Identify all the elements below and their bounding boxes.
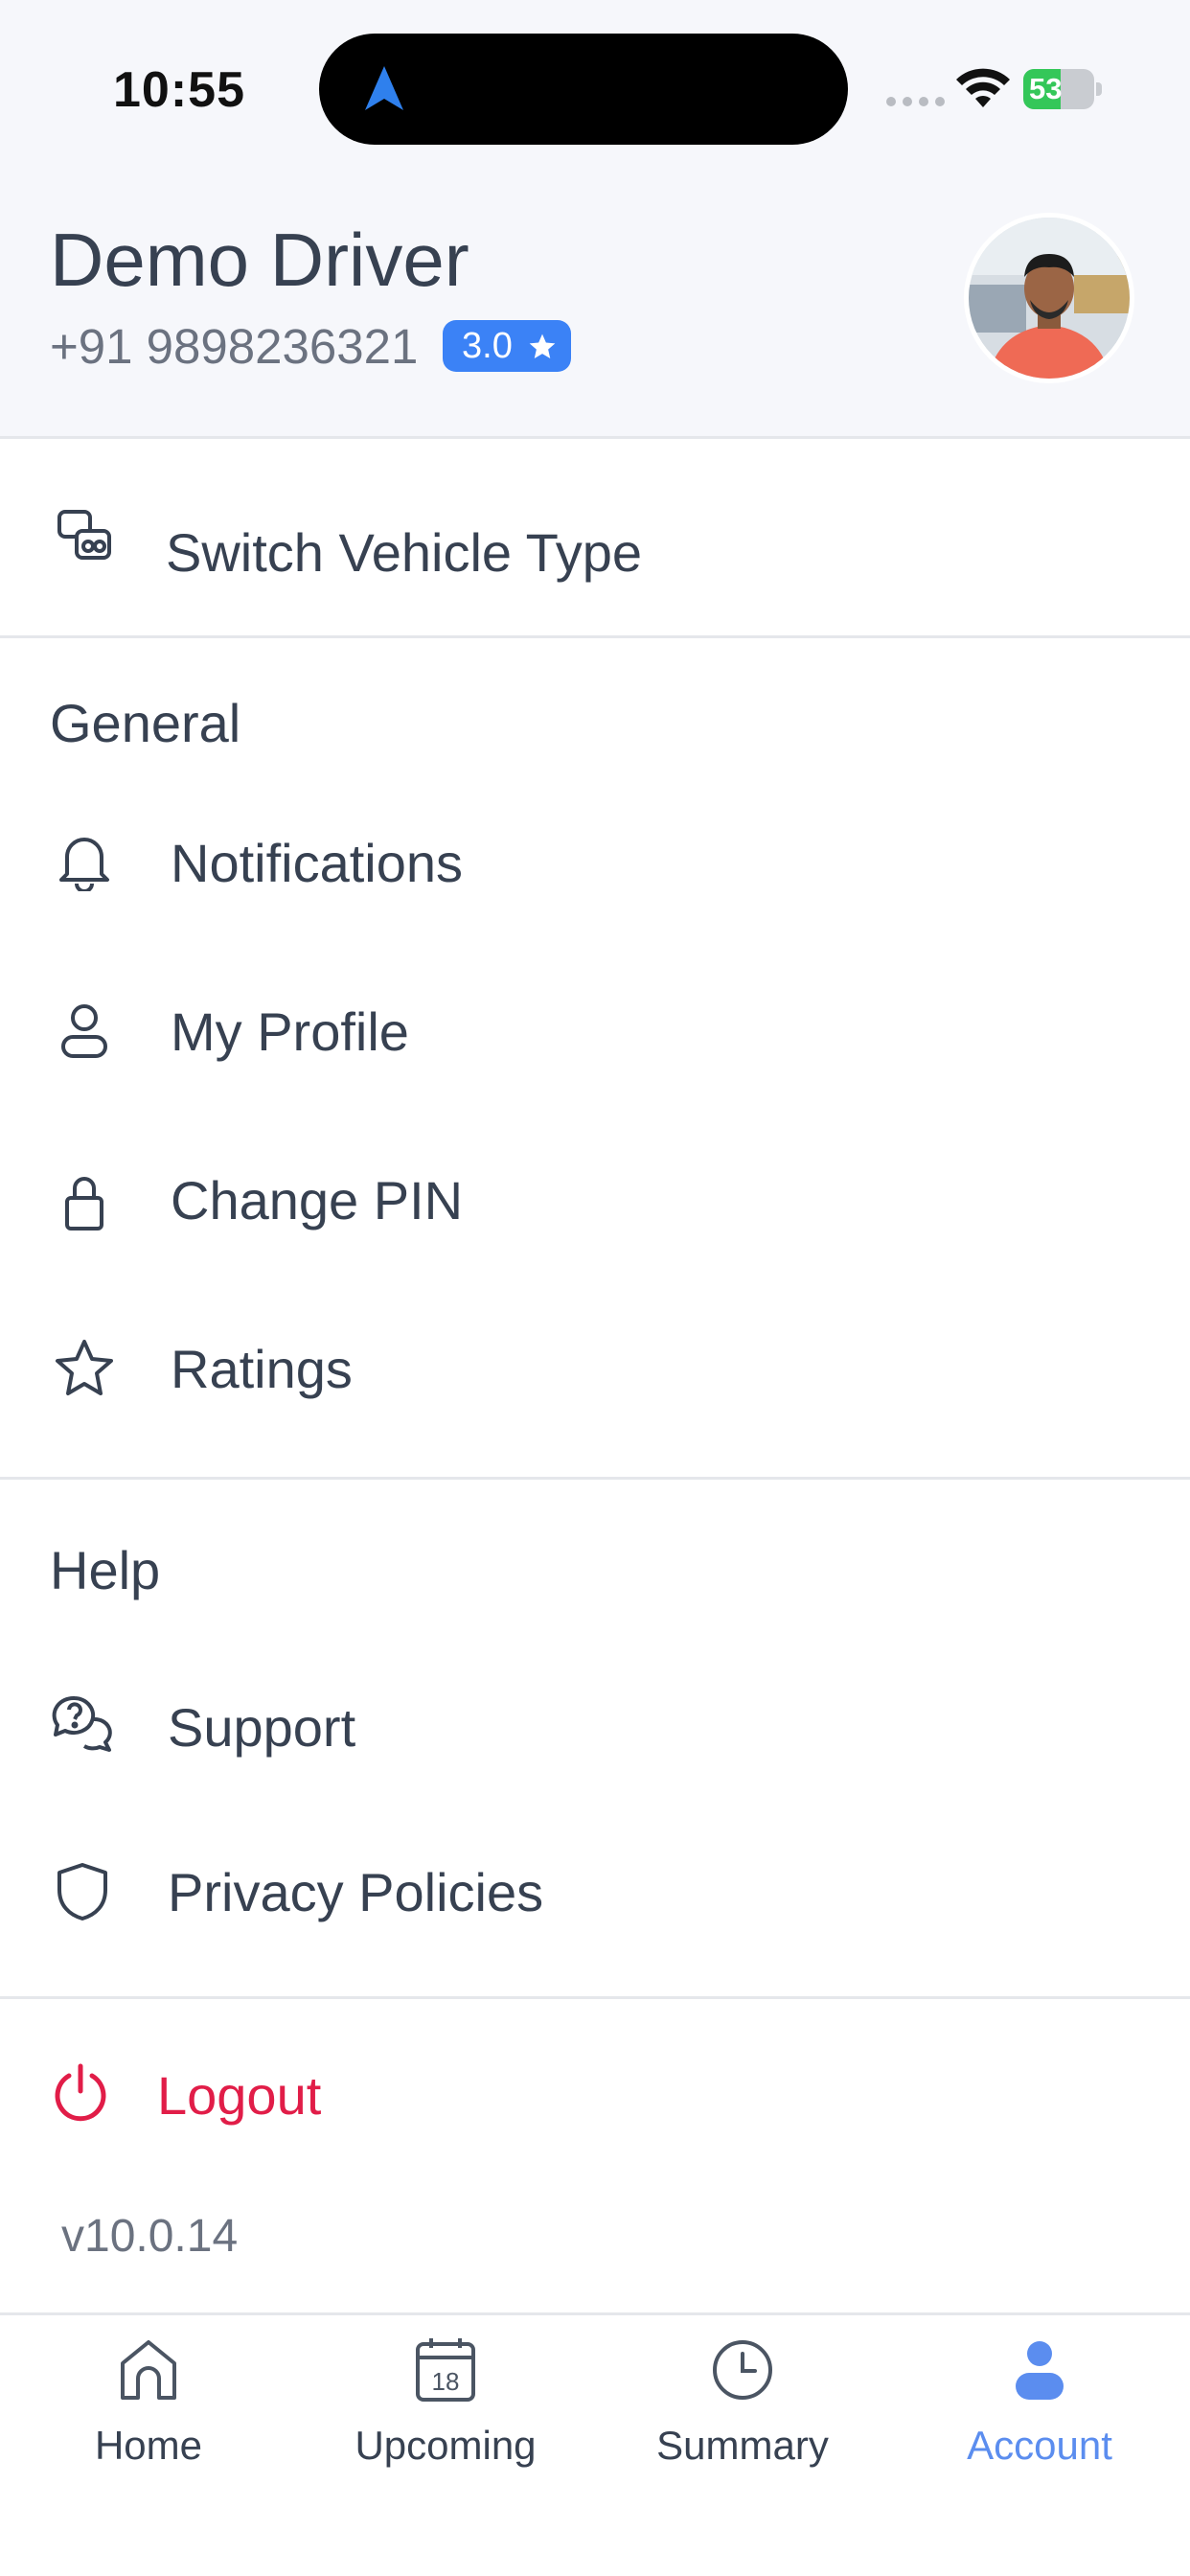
switch-vehicle-row[interactable]: Switch Vehicle Type (0, 441, 1190, 635)
logout-button[interactable]: Logout (0, 2003, 1190, 2185)
avatar[interactable] (964, 213, 1134, 383)
tab-home[interactable]: Home (0, 2315, 297, 2507)
tab-account[interactable]: Account (891, 2315, 1188, 2507)
star-outline-icon (56, 1340, 113, 1395)
logout-label: Logout (157, 2065, 322, 2126)
app-version: v10.0.14 (61, 2211, 239, 2262)
person-icon (1016, 2341, 1064, 2400)
divider (0, 1477, 1190, 1480)
power-icon (55, 2063, 106, 2122)
profile-header: 10:55 53 Demo Driver +91 9898236321 3.0 (0, 0, 1190, 439)
rating-badge: 3.0 (443, 320, 571, 372)
menu-item-label: Support (168, 1697, 356, 1758)
bell-icon (59, 838, 109, 891)
support-chat-icon (52, 1695, 112, 1752)
account-screen: 10:55 53 Demo Driver +91 9898236321 3.0 … (0, 0, 1190, 2576)
user-icon (61, 1004, 107, 1058)
menu-item-label: Change PIN (171, 1170, 464, 1230)
menu-item-change-pin[interactable]: Change PIN (0, 1114, 1190, 1282)
tab-label: Account (967, 2423, 1112, 2468)
tab-label: Home (94, 2423, 203, 2468)
menu-item-notifications[interactable]: Notifications (0, 776, 1190, 945)
signal-icon (886, 97, 945, 106)
section-title-general: General (50, 693, 241, 753)
divider (0, 1996, 1190, 1999)
menu-item-label: Notifications (171, 833, 464, 893)
menu-item-my-profile[interactable]: My Profile (0, 945, 1190, 1114)
avatar-photo (969, 218, 1130, 379)
navigation-arrow-icon (365, 66, 403, 110)
menu-item-label: Privacy Policies (168, 1862, 544, 1922)
driver-phone: +91 9898236321 (50, 319, 419, 374)
battery-percent: 53 (1029, 72, 1063, 105)
tab-summary[interactable]: Summary (594, 2315, 891, 2507)
switch-vehicle-label: Switch Vehicle Type (166, 522, 643, 583)
rating-value: 3.0 (462, 326, 513, 366)
calendar-icon: 18 (416, 2338, 475, 2402)
clock-icon (713, 2340, 772, 2400)
driver-name: Demo Driver (50, 218, 469, 302)
status-time: 10:55 (113, 62, 245, 118)
menu-item-support[interactable]: Support (0, 1641, 1190, 1806)
tab-label: Summary (656, 2423, 829, 2468)
star-icon (529, 334, 556, 358)
bottom-tab-bar: Home 18 Upcoming Summary Account (0, 2312, 1190, 2576)
shield-icon (57, 1863, 107, 1920)
section-title-help: Help (50, 1540, 161, 1600)
tab-upcoming[interactable]: 18 Upcoming (297, 2315, 594, 2507)
battery-indicator: 53 (1023, 69, 1102, 109)
menu-item-label: Ratings (171, 1339, 353, 1399)
dynamic-island (319, 34, 848, 145)
menu-item-ratings[interactable]: Ratings (0, 1282, 1190, 1451)
menu-item-label: My Profile (171, 1001, 409, 1062)
wifi-icon (956, 68, 1010, 107)
divider (0, 635, 1190, 638)
lock-icon (65, 1177, 103, 1230)
menu-item-privacy-policies[interactable]: Privacy Policies (0, 1806, 1190, 1970)
calendar-day: 18 (432, 2367, 460, 2396)
tab-label: Upcoming (355, 2423, 537, 2468)
switch-vehicle-icon (57, 510, 111, 560)
home-icon (121, 2340, 176, 2400)
